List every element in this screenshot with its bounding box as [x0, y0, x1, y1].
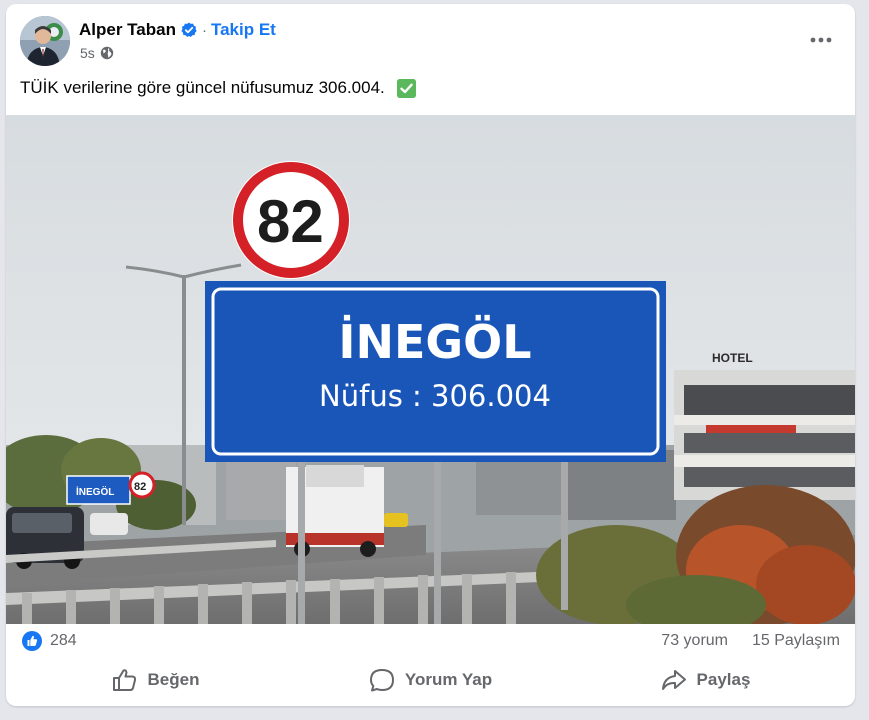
more-options-button[interactable]: [803, 26, 839, 54]
city-sign-population: Nüfus : 306.004: [319, 379, 551, 413]
check-mark-emoji-icon: [396, 78, 416, 98]
like-count[interactable]: 284: [50, 632, 77, 650]
post-text: TÜİK verilerine göre güncel nüfusumuz 30…: [20, 78, 416, 98]
comment-button[interactable]: Yorum Yap: [293, 660, 568, 700]
speed-limit-sign: 82: [257, 188, 324, 255]
follow-button[interactable]: Takip Et: [211, 20, 276, 40]
post-time[interactable]: 5s: [80, 45, 95, 61]
author-row: Alper Taban · Takip Et: [79, 19, 276, 41]
globe-icon: [100, 46, 114, 60]
more-dots-icon: [810, 37, 832, 43]
small-speed-sign: 82: [134, 481, 146, 493]
shares-count[interactable]: 15 Paylaşım: [752, 632, 840, 650]
share-button[interactable]: Paylaş: [568, 660, 843, 700]
like-button-label: Beğen: [147, 670, 200, 689]
comments-count[interactable]: 73 yorum: [661, 632, 728, 650]
hotel-sign: HOTEL: [712, 351, 753, 365]
verified-badge-icon: [181, 22, 197, 38]
post-header: Alper Taban · Takip Et 5s: [6, 4, 855, 76]
share-arrow-icon: [661, 670, 686, 690]
stats-row: 284 73 yorum 15 Paylaşım: [6, 624, 855, 658]
comment-bubble-icon: [369, 669, 394, 692]
actions-row: Beğen Yorum Yap Paylaş: [18, 660, 843, 700]
post-meta: 5s: [80, 45, 114, 61]
share-button-label: Paylaş: [696, 670, 751, 689]
small-city-sign: İNEGÖL: [76, 485, 114, 498]
author-name[interactable]: Alper Taban: [79, 20, 176, 40]
post-image[interactable]: HOTEL İNEGÖL 82 82 İNEGÖL Nüfus: 306.00…: [6, 115, 855, 624]
separator-dot: ·: [201, 21, 207, 39]
avatar[interactable]: [20, 16, 70, 66]
like-button[interactable]: Beğen: [18, 660, 293, 700]
post-text-content: TÜİK verilerine göre güncel nüfusumuz 30…: [20, 78, 385, 97]
like-reaction-icon[interactable]: [22, 631, 42, 651]
city-sign-name: İNEGÖL: [338, 315, 531, 369]
thumbs-up-icon: [112, 669, 136, 691]
post-card: Alper Taban · Takip Et 5s TÜİK verilerin…: [6, 4, 855, 706]
comment-button-label: Yorum Yap: [404, 670, 493, 689]
